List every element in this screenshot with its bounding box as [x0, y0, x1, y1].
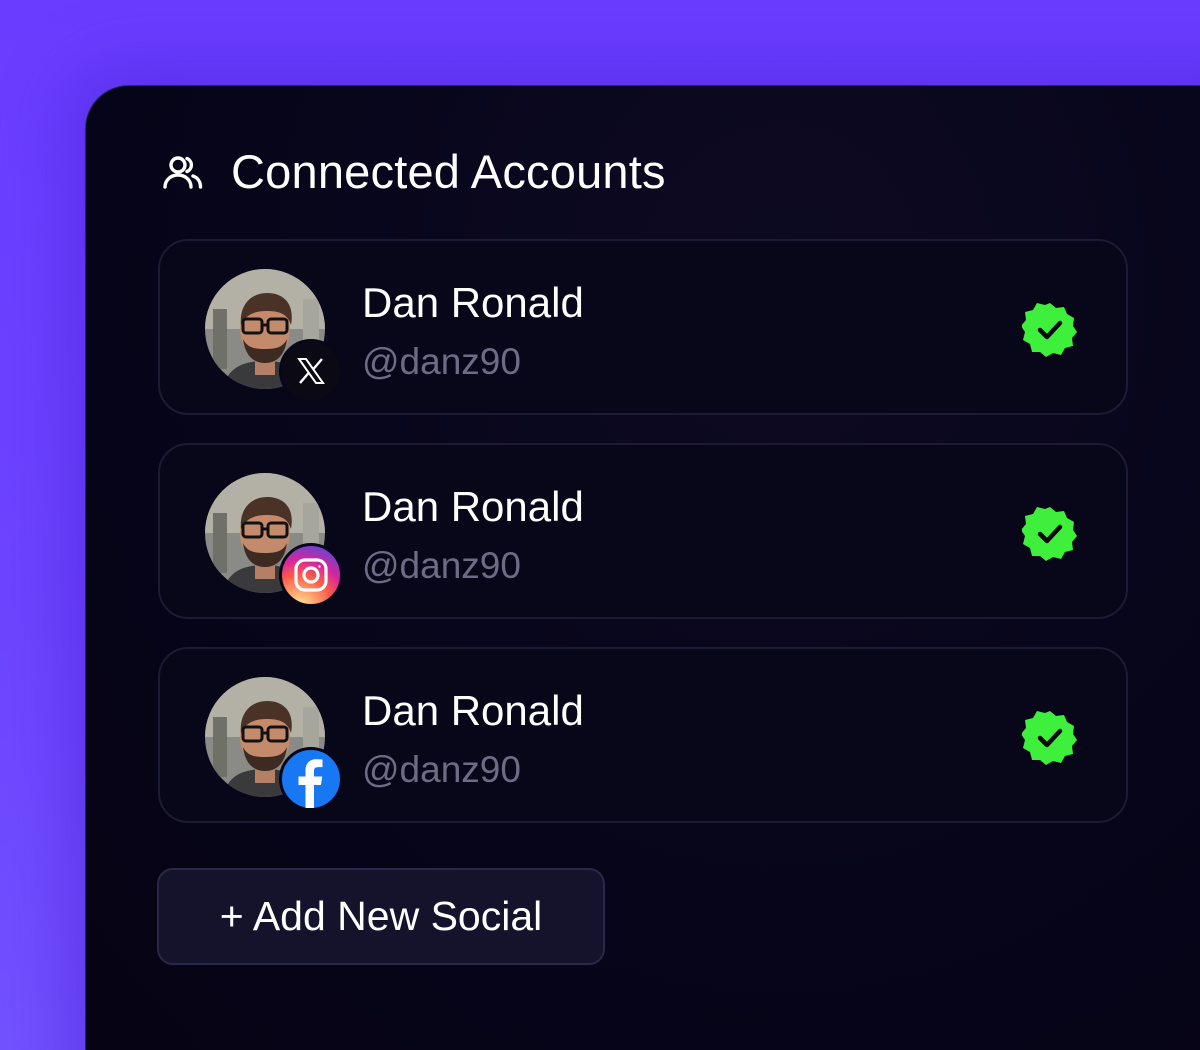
account-handle: @danz90: [362, 749, 521, 790]
account-card-x[interactable]: Dan Ronald @danz90: [158, 239, 1128, 415]
users-icon: [161, 150, 205, 194]
x-logo-icon: [279, 339, 343, 403]
facebook-logo-icon: [279, 747, 343, 811]
connected-accounts-panel: Connected Accounts Dan Ronald @danz90 Da…: [85, 85, 1200, 1050]
account-handle: @danz90: [362, 341, 521, 382]
account-name: Dan Ronald: [362, 279, 584, 326]
page-title: Connected Accounts: [231, 145, 666, 198]
verified-check-icon: [1021, 505, 1078, 561]
instagram-logo-icon: [279, 543, 343, 607]
avatar-with-badge: [205, 677, 343, 811]
account-card-instagram[interactable]: Dan Ronald @danz90: [158, 443, 1128, 619]
panel-header: Connected Accounts: [161, 144, 666, 199]
avatar-with-badge: [205, 269, 343, 403]
verified-check-icon: [1021, 709, 1078, 765]
account-card-facebook[interactable]: Dan Ronald @danz90: [158, 647, 1128, 823]
account-name: Dan Ronald: [362, 687, 584, 734]
add-new-social-button[interactable]: + Add New Social: [157, 868, 605, 965]
account-name: Dan Ronald: [362, 483, 584, 530]
avatar-with-badge: [205, 473, 343, 607]
account-handle: @danz90: [362, 545, 521, 586]
verified-check-icon: [1021, 301, 1078, 357]
account-list: Dan Ronald @danz90 Dan Ronald @danz90 Da…: [158, 239, 1128, 851]
